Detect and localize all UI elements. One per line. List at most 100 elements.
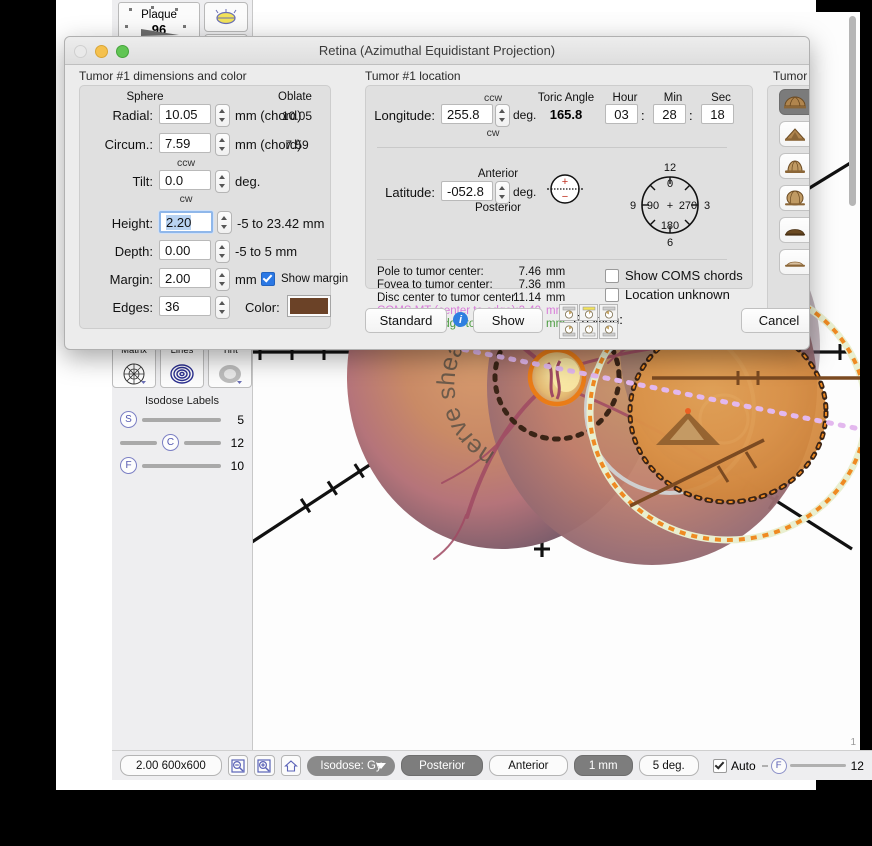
position-button-4[interactable] — [559, 322, 578, 339]
depth-input[interactable]: 0.00 — [159, 240, 211, 260]
zoom-in-icon — [257, 758, 271, 773]
step-deg-button[interactable]: 5 deg. — [638, 755, 699, 776]
latitude-stepper[interactable] — [495, 181, 510, 204]
oblate-column-header: Oblate — [278, 91, 312, 103]
isodose-value-s: 5 — [237, 412, 244, 427]
canvas-vertical-scrollbar[interactable] — [847, 14, 858, 744]
standard-button[interactable]: Standard — [365, 308, 447, 333]
position-button-1[interactable] — [559, 304, 578, 321]
edges-stepper[interactable] — [215, 296, 230, 319]
position-button-2[interactable] — [579, 304, 598, 321]
clock-dial-widget[interactable]: 12 0 9 90 270 3 180 6 + — [625, 159, 715, 251]
position-icon-4 — [562, 325, 575, 337]
isodose-matrix-button[interactable]: Matrix — [112, 344, 156, 388]
sec-input[interactable]: 18 — [701, 104, 734, 124]
sec-label: Sec — [711, 92, 731, 104]
location-unknown-row[interactable]: Location unknown — [605, 287, 730, 302]
auto-checkbox-row[interactable]: Auto — [712, 758, 756, 773]
isodose-slider-f[interactable] — [142, 463, 221, 468]
zoom-in-button[interactable] — [254, 755, 275, 776]
position-button-grid[interactable] — [559, 304, 618, 339]
isodose-row-s[interactable]: S 5 — [112, 409, 252, 430]
auto-checkbox[interactable] — [712, 758, 727, 773]
tilt-stepper[interactable] — [215, 170, 230, 193]
isodose-row-c[interactable]: C 12 — [112, 432, 252, 453]
show-margin-label: Show margin — [281, 273, 349, 285]
latitude-input[interactable]: -052.8 — [441, 181, 493, 201]
tilt-input[interactable]: 0.0 — [159, 170, 211, 190]
step-mm-button[interactable]: 1 mm — [573, 755, 633, 776]
show-margin-checkbox[interactable] — [261, 272, 275, 286]
info-icon[interactable]: i — [453, 312, 468, 327]
isodose-lines-button[interactable]: Lines — [160, 344, 204, 388]
isodose-key-s: S — [120, 411, 137, 428]
height-unit: -5 to 23.42 mm — [237, 216, 325, 231]
longitude-stepper[interactable] — [495, 104, 510, 127]
longitude-input[interactable]: 255.8 — [441, 104, 493, 124]
isodose-row-f[interactable]: F 10 — [112, 455, 252, 476]
anterior-button[interactable]: Anterior — [489, 755, 568, 776]
color-swatch-well[interactable] — [287, 295, 331, 317]
isodose-slider-s[interactable] — [142, 417, 221, 422]
margin-stepper[interactable] — [215, 268, 230, 291]
stat-unit-disc: mm — [546, 292, 566, 304]
margin-input[interactable]: 2.00 — [159, 268, 211, 288]
show-coms-chords-row[interactable]: Show COMS chords — [605, 268, 743, 283]
show-coms-chords-checkbox[interactable] — [605, 268, 619, 283]
eye-top-button[interactable] — [204, 2, 248, 32]
shape-option-dome[interactable]: Dome — [779, 89, 809, 115]
latitude-globe-widget[interactable]: + − — [543, 169, 587, 209]
edges-input[interactable]: 36 — [159, 296, 211, 316]
dial-180: 180 — [661, 220, 679, 232]
f-slider-row[interactable]: F 12 — [761, 757, 864, 774]
color-swatch — [290, 298, 328, 314]
dial-9: 9 — [630, 200, 636, 212]
tilt-label: Tilt: — [132, 174, 153, 189]
show-button[interactable]: Show — [473, 308, 543, 333]
hour-input[interactable]: 03 — [605, 104, 638, 124]
shape-option-stem[interactable]: Stem — [779, 153, 809, 179]
position-button-3[interactable] — [599, 304, 618, 321]
position-icon-5 — [582, 325, 595, 337]
posterior-hint: Posterior — [474, 202, 522, 214]
sphere-column-header: Sphere — [126, 91, 164, 103]
location-divider — [377, 147, 727, 148]
shape-option-truncated[interactable]: Truncated — [779, 217, 809, 243]
circum-input[interactable]: 7.59 — [159, 133, 211, 153]
radial-stepper[interactable] — [215, 104, 230, 127]
depth-stepper[interactable] — [215, 240, 230, 263]
hour-label: Hour — [612, 92, 638, 104]
position-button-5[interactable] — [579, 322, 598, 339]
position-button-6[interactable] — [599, 322, 618, 339]
shape-option-constant[interactable]: Constant — [779, 249, 809, 275]
isodose-tint-button[interactable]: Tint — [208, 344, 252, 388]
shape-option-conic[interactable]: Conic — [779, 121, 809, 147]
scrollbar-thumb[interactable] — [849, 16, 856, 206]
cancel-button[interactable]: Cancel — [741, 308, 809, 333]
isodose-slider-c-right[interactable] — [184, 440, 221, 445]
height-input[interactable]: 2.20 — [159, 211, 213, 233]
dialog-title-bar[interactable]: Retina (Azimuthal Equidistant Projection… — [65, 37, 809, 65]
shape-option-ball[interactable]: Ball — [779, 185, 809, 211]
show-margin-row[interactable]: Show margin — [261, 272, 348, 286]
position-icon-1 — [562, 306, 575, 319]
scale-display[interactable]: 2.00 600x600 — [120, 755, 222, 776]
svg-text:−: − — [562, 191, 568, 203]
f-slider-knob[interactable]: F — [770, 757, 787, 774]
radial-input[interactable]: 10.05 — [159, 104, 211, 124]
isodose-unit-select[interactable]: Isodose: Gy — [306, 755, 396, 776]
stat-label-fovea: Fovea to tumor center: — [377, 279, 493, 291]
posterior-button[interactable]: Posterior — [401, 755, 484, 776]
isodose-slider-c-left[interactable] — [120, 440, 157, 445]
circum-stepper[interactable] — [215, 133, 230, 156]
f-slider-track[interactable] — [789, 764, 846, 767]
min-input[interactable]: 28 — [653, 104, 686, 124]
location-unknown-checkbox[interactable] — [605, 287, 619, 302]
height-stepper[interactable] — [217, 211, 232, 234]
tilt-ccw-hint: ccw — [176, 157, 196, 169]
anterior-hint: Anterior — [477, 168, 519, 180]
zoom-out-button[interactable] — [227, 755, 249, 776]
radial-oblate-value: 10.05 — [281, 109, 313, 123]
isodose-value-f: 10 — [230, 458, 244, 473]
home-button[interactable] — [280, 755, 301, 776]
